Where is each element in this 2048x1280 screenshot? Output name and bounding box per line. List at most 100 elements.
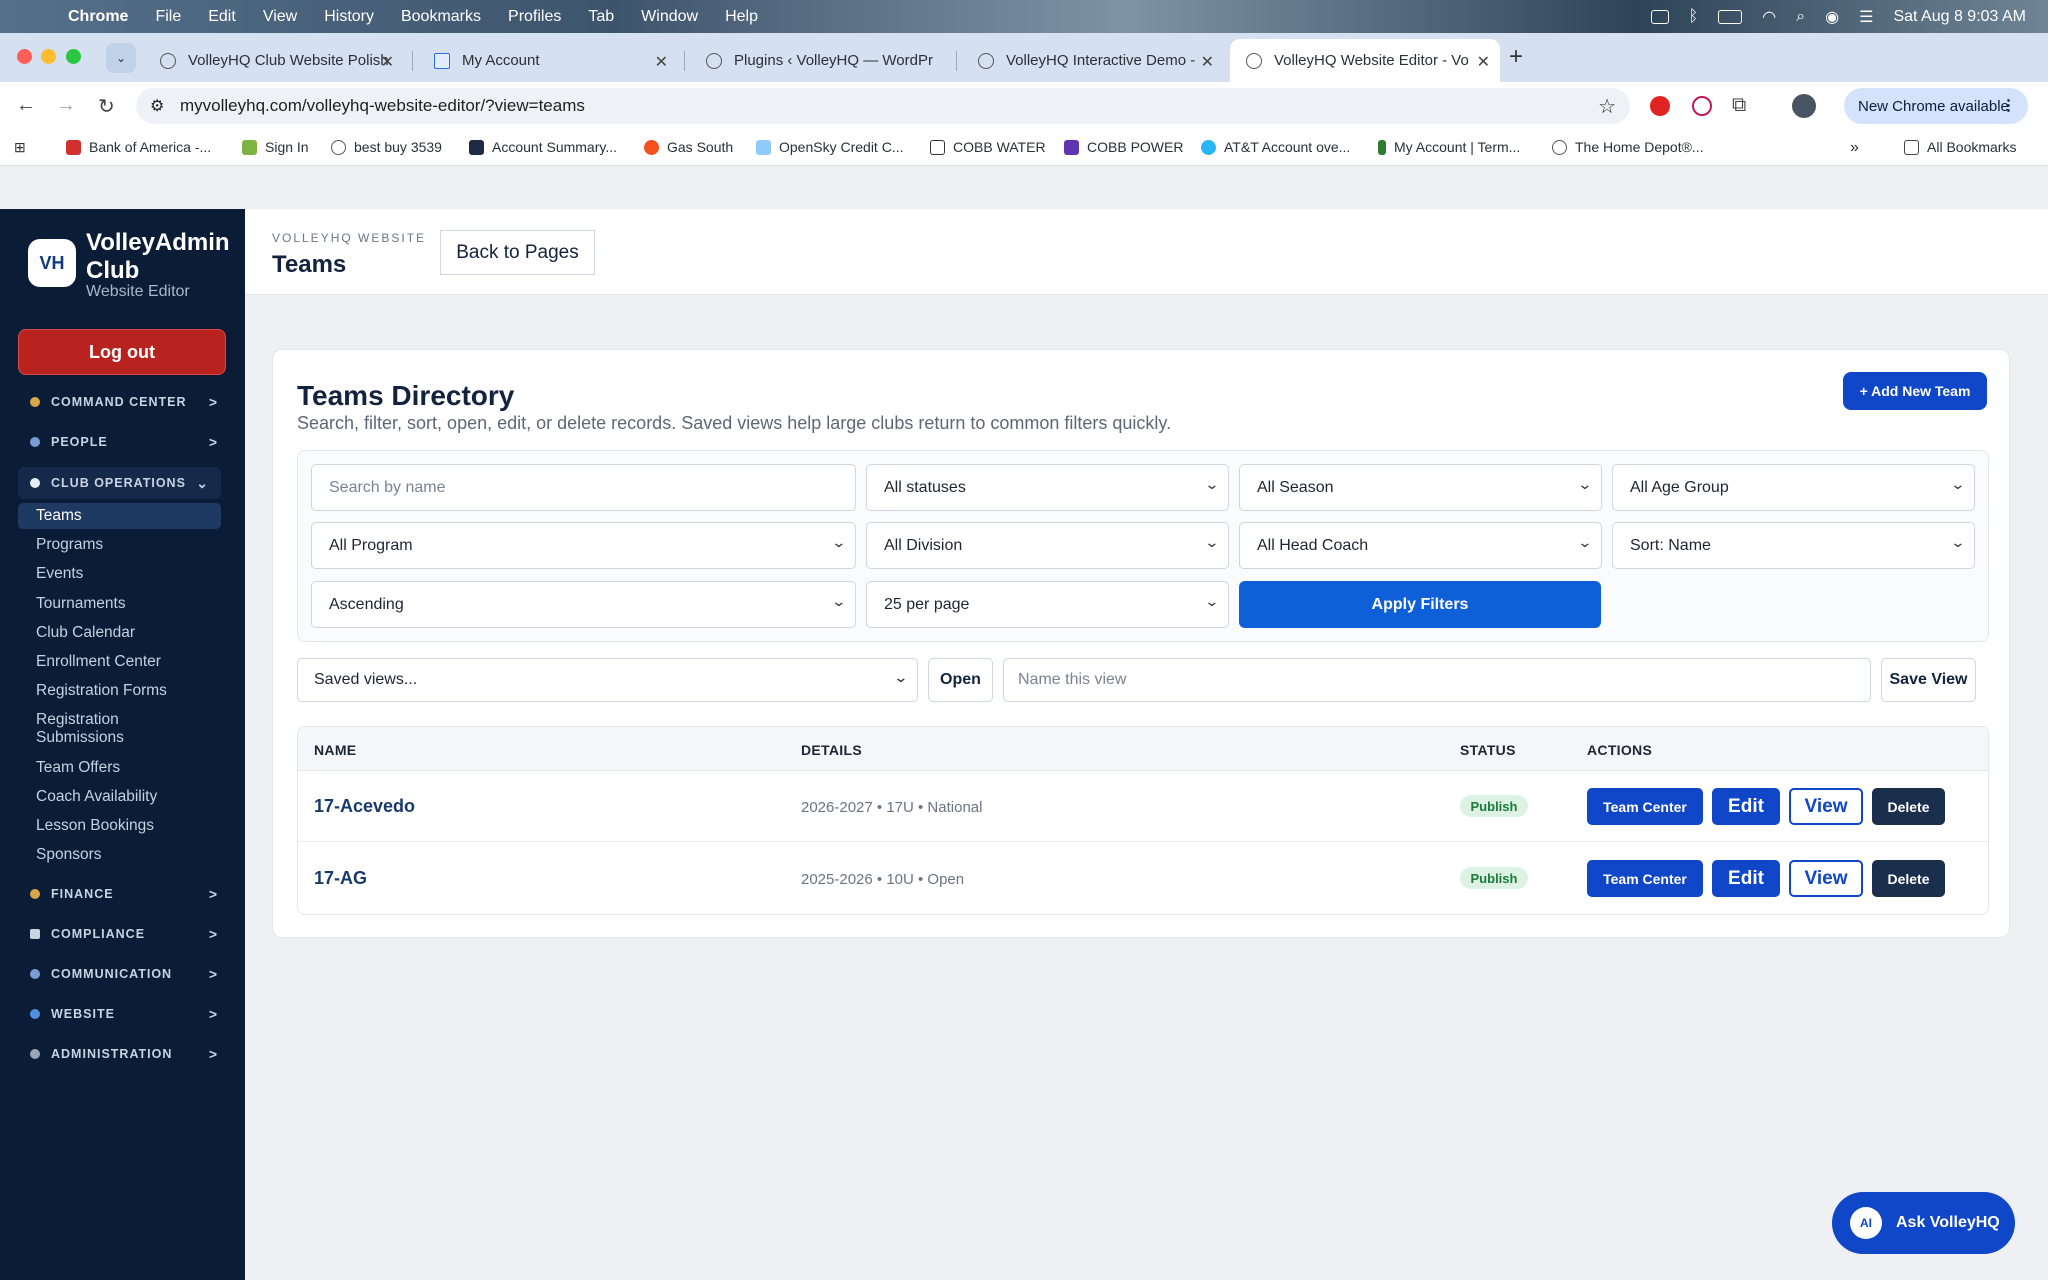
edit-button[interactable]: Edit bbox=[1712, 788, 1780, 825]
bookmark-account-summary[interactable]: Account Summary... bbox=[469, 139, 617, 155]
profile-avatar[interactable] bbox=[1792, 94, 1816, 118]
sidebar-item-lesson-bookings[interactable]: Lesson Bookings bbox=[36, 817, 154, 835]
new-tab-icon[interactable]: + bbox=[1509, 43, 1523, 71]
tab-club-website-polish[interactable]: VolleyHQ Club Website Polish ✕ bbox=[144, 39, 404, 82]
edit-button[interactable]: Edit bbox=[1712, 860, 1780, 897]
menubar-clock[interactable]: Sat Aug 8 9:03 AM bbox=[1893, 8, 2026, 26]
sidebar-item-teams[interactable]: Teams bbox=[18, 503, 221, 529]
bookmark-sign-in[interactable]: Sign In bbox=[242, 139, 309, 155]
sidebar-item-enrollment-center[interactable]: Enrollment Center bbox=[36, 653, 161, 671]
nav-section-club-operations[interactable]: CLUB OPERATIONS ⌄ bbox=[18, 467, 221, 499]
extensions-puzzle-icon[interactable]: ⧉ bbox=[1732, 94, 1746, 117]
division-select[interactable]: All Division ⌄ bbox=[866, 522, 1229, 569]
save-view-button[interactable]: Save View bbox=[1881, 658, 1976, 702]
back-arrow-icon[interactable]: ← bbox=[16, 94, 36, 117]
open-view-button[interactable]: Open bbox=[928, 658, 993, 702]
sidebar-item-registration-forms[interactable]: Registration Forms bbox=[36, 682, 167, 700]
status-select[interactable]: All statuses ⌄ bbox=[866, 464, 1229, 511]
column-header-name[interactable]: NAME bbox=[314, 742, 356, 758]
view-button[interactable]: View bbox=[1789, 788, 1863, 825]
view-name-input[interactable]: Name this view bbox=[1003, 658, 1871, 702]
minimize-window-icon[interactable] bbox=[41, 49, 56, 64]
control-center-icon[interactable]: ☰ bbox=[1859, 7, 1873, 27]
menu-history[interactable]: History bbox=[324, 8, 374, 26]
close-window-icon[interactable] bbox=[17, 49, 32, 64]
saved-views-select[interactable]: Saved views... ⌄ bbox=[297, 658, 918, 702]
close-icon[interactable]: ✕ bbox=[1477, 52, 1490, 72]
search-input[interactable]: Search by name bbox=[311, 464, 856, 511]
bookmark-att[interactable]: AT&T Account ove... bbox=[1201, 139, 1350, 155]
siri-icon[interactable]: ◉ bbox=[1825, 7, 1839, 27]
adblock-extension-icon[interactable] bbox=[1650, 96, 1670, 116]
apply-filters-button[interactable]: Apply Filters bbox=[1239, 581, 1601, 628]
back-to-pages-button[interactable]: Back to Pages bbox=[440, 230, 595, 275]
tab-plugins-wordpress[interactable]: Plugins ‹ VolleyHQ — WordPr bbox=[690, 39, 950, 82]
bookmark-cobb-water[interactable]: COBB WATER bbox=[930, 139, 1046, 155]
bookmark-gas-south[interactable]: Gas South bbox=[644, 139, 733, 155]
nav-section-administration[interactable]: ADMINISTRATION > bbox=[30, 1046, 218, 1062]
sidebar-item-registration-submissions[interactable]: Registration Submissions bbox=[36, 711, 146, 747]
menu-file[interactable]: File bbox=[155, 8, 181, 26]
nav-section-compliance[interactable]: COMPLIANCE > bbox=[30, 926, 218, 942]
menu-bookmarks[interactable]: Bookmarks bbox=[401, 8, 481, 26]
chrome-update-button[interactable]: New Chrome available ⋮ bbox=[1844, 88, 2028, 124]
sidebar-item-events[interactable]: Events bbox=[36, 565, 83, 583]
bookmark-star-icon[interactable]: ☆ bbox=[1598, 94, 1616, 119]
sidebar-item-sponsors[interactable]: Sponsors bbox=[36, 846, 101, 864]
delete-button[interactable]: Delete bbox=[1872, 788, 1945, 825]
wifi-icon[interactable]: ◠ bbox=[1762, 7, 1776, 27]
nav-section-command-center[interactable]: COMMAND CENTER > bbox=[30, 394, 218, 410]
add-new-team-button[interactable]: + Add New Team bbox=[1843, 372, 1987, 410]
menu-profiles[interactable]: Profiles bbox=[508, 8, 561, 26]
menu-help[interactable]: Help bbox=[725, 8, 758, 26]
tab-search-chevron-icon[interactable]: ⌄ bbox=[106, 43, 136, 73]
logout-button[interactable]: Log out bbox=[18, 329, 226, 375]
bookmark-opensky[interactable]: OpenSky Credit C... bbox=[756, 139, 904, 155]
program-select[interactable]: All Program ⌄ bbox=[311, 522, 856, 569]
team-center-button[interactable]: Team Center bbox=[1587, 860, 1703, 897]
bluetooth-icon[interactable]: ᛒ bbox=[1689, 8, 1699, 26]
menu-edit[interactable]: Edit bbox=[208, 8, 236, 26]
caption-icon[interactable] bbox=[1650, 9, 1669, 24]
per-page-select[interactable]: 25 per page ⌄ bbox=[866, 581, 1229, 628]
sidebar-item-coach-availability[interactable]: Coach Availability bbox=[36, 788, 157, 806]
tab-interactive-demo[interactable]: VolleyHQ Interactive Demo - ✕ bbox=[962, 39, 1224, 82]
close-icon[interactable]: ✕ bbox=[1201, 52, 1214, 72]
bookmark-bank-of-america[interactable]: Bank of America -... bbox=[66, 139, 211, 155]
menu-window[interactable]: Window bbox=[641, 8, 698, 26]
tab-my-account[interactable]: My Account ✕ bbox=[418, 39, 678, 82]
bookmark-my-account-term[interactable]: My Account | Term... bbox=[1378, 139, 1520, 155]
order-select[interactable]: Ascending ⌄ bbox=[311, 581, 856, 628]
bookmark-cobb-power[interactable]: COBB POWER bbox=[1064, 139, 1183, 155]
bookmark-home-depot[interactable]: The Home Depot®... bbox=[1552, 139, 1704, 155]
menu-tab[interactable]: Tab bbox=[588, 8, 614, 26]
sidebar-item-programs[interactable]: Programs bbox=[36, 536, 103, 554]
sidebar-item-club-calendar[interactable]: Club Calendar bbox=[36, 624, 135, 642]
apps-grid-icon[interactable]: ⊞ bbox=[14, 139, 26, 156]
spotlight-search-icon[interactable]: ⌕ bbox=[1796, 8, 1805, 26]
tab-website-editor[interactable]: VolleyHQ Website Editor - Vo ✕ bbox=[1230, 39, 1500, 82]
kebab-menu-icon[interactable]: ⋮ bbox=[2001, 96, 2016, 114]
sidebar-item-tournaments[interactable]: Tournaments bbox=[36, 595, 126, 613]
age-group-select[interactable]: All Age Group ⌄ bbox=[1612, 464, 1975, 511]
delete-button[interactable]: Delete bbox=[1872, 860, 1945, 897]
sort-select[interactable]: Sort: Name ⌄ bbox=[1612, 522, 1975, 569]
nav-section-website[interactable]: WEBSITE > bbox=[30, 1006, 218, 1022]
nav-section-finance[interactable]: FINANCE > bbox=[30, 886, 218, 902]
nav-section-people[interactable]: PEOPLE > bbox=[30, 434, 218, 450]
team-center-button[interactable]: Team Center bbox=[1587, 788, 1703, 825]
ask-volleyhq-button[interactable]: AI Ask VolleyHQ bbox=[1832, 1192, 2015, 1254]
view-button[interactable]: View bbox=[1789, 860, 1863, 897]
team-name-link[interactable]: 17-AG bbox=[314, 868, 367, 889]
team-name-link[interactable]: 17-Acevedo bbox=[314, 796, 415, 817]
all-bookmarks-folder[interactable]: All Bookmarks bbox=[1904, 139, 2016, 155]
nav-section-communication[interactable]: COMMUNICATION > bbox=[30, 966, 218, 982]
sidebar-item-team-offers[interactable]: Team Offers bbox=[36, 759, 120, 777]
bookmark-best-buy[interactable]: best buy 3539 bbox=[331, 139, 442, 155]
blocker-extension-icon[interactable] bbox=[1692, 96, 1712, 116]
close-icon[interactable]: ✕ bbox=[655, 52, 668, 72]
close-icon[interactable]: ✕ bbox=[381, 52, 394, 72]
battery-icon[interactable] bbox=[1718, 9, 1743, 24]
season-select[interactable]: All Season ⌄ bbox=[1239, 464, 1602, 511]
head-coach-select[interactable]: All Head Coach ⌄ bbox=[1239, 522, 1602, 569]
